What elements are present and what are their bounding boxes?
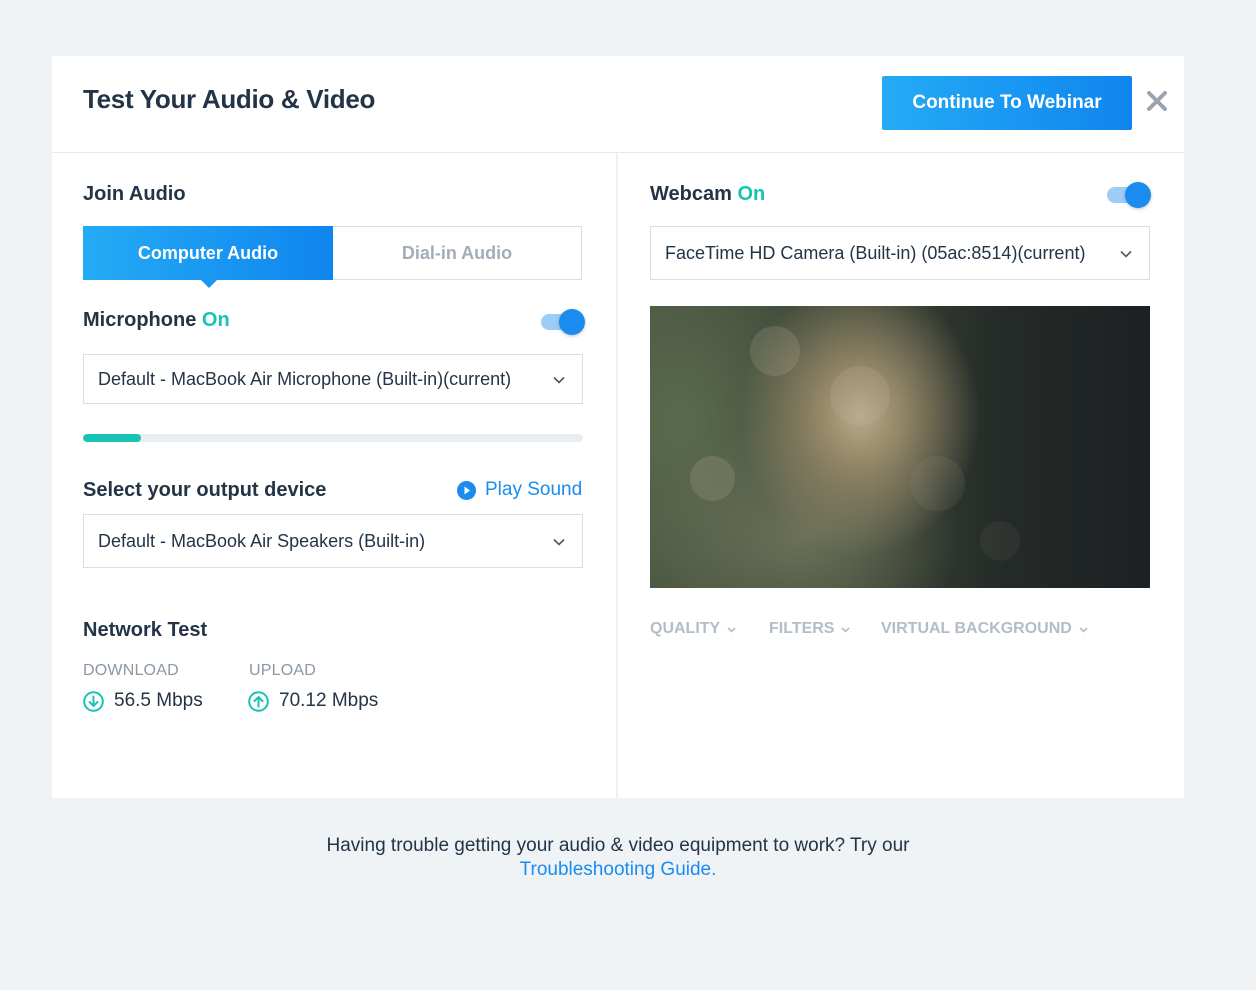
- microphone-heading: Microphone On: [83, 309, 230, 332]
- download-value: 56.5 Mbps: [114, 690, 203, 711]
- output-device-value: Default - MacBook Air Speakers (Built-in…: [98, 530, 426, 551]
- chevron-down-icon: [727, 626, 736, 633]
- network-test-heading: Network Test: [83, 619, 208, 641]
- chevron-down-icon: [553, 538, 565, 546]
- webcam-preview: [650, 306, 1150, 588]
- play-icon: [457, 480, 476, 500]
- download-arrow-icon: [83, 690, 104, 712]
- help-text: Having trouble getting your audio & vide…: [326, 835, 910, 856]
- microphone-status: On: [201, 309, 230, 331]
- camera-device-value: FaceTime HD Camera (Built-in) (05ac:8514…: [665, 242, 1086, 263]
- virtual-background-label: VIRTUAL BACKGROUND: [881, 620, 1072, 637]
- webcam-heading: Webcam On: [650, 183, 765, 206]
- filters-label: FILTERS: [769, 620, 835, 637]
- output-device-heading: Select your output device: [83, 479, 327, 501]
- join-audio-heading: Join Audio: [83, 183, 186, 205]
- microphone-level-fill: [83, 434, 141, 442]
- chevron-down-icon: [1079, 626, 1088, 633]
- play-sound-button[interactable]: Play Sound: [457, 478, 582, 502]
- audio-tabs: Computer Audio Dial-in Audio: [83, 226, 583, 288]
- audio-video-test-dialog: Test Your Audio & Video Continue To Webi…: [52, 56, 1184, 798]
- upload-value: 70.12 Mbps: [279, 690, 379, 711]
- virtual-background-dropdown[interactable]: VIRTUAL BACKGROUND: [881, 620, 1089, 638]
- download-label: DOWNLOAD: [83, 662, 179, 679]
- microphone-toggle[interactable]: [541, 309, 585, 335]
- play-sound-label: Play Sound: [485, 479, 583, 500]
- troubleshooting-guide-link[interactable]: Troubleshooting Guide.: [520, 859, 717, 880]
- page-title: Test Your Audio & Video: [83, 84, 376, 114]
- chevron-down-icon: [553, 376, 565, 384]
- help-footer: Having trouble getting your audio & vide…: [0, 834, 1236, 882]
- upload-arrow-icon: [248, 690, 269, 712]
- microphone-select[interactable]: Default - MacBook Air Microphone (Built-…: [83, 354, 583, 404]
- toggle-knob: [1125, 182, 1151, 208]
- quality-dropdown[interactable]: QUALITY: [650, 620, 737, 638]
- microphone-label: Microphone: [83, 309, 197, 331]
- microphone-device-value: Default - MacBook Air Microphone (Built-…: [98, 368, 512, 389]
- output-device-select[interactable]: Default - MacBook Air Speakers (Built-in…: [83, 514, 583, 568]
- quality-label: QUALITY: [650, 620, 721, 637]
- camera-select[interactable]: FaceTime HD Camera (Built-in) (05ac:8514…: [650, 226, 1150, 280]
- webcam-status: On: [737, 183, 766, 205]
- filters-dropdown[interactable]: FILTERS: [769, 620, 851, 638]
- webcam-toggle[interactable]: [1107, 182, 1151, 208]
- column-divider: [616, 153, 618, 798]
- upload-label: UPLOAD: [249, 662, 316, 679]
- tab-dial-in-audio[interactable]: Dial-in Audio: [333, 226, 582, 280]
- webcam-label: Webcam: [650, 183, 732, 205]
- upload-speed: 70.12 Mbps: [248, 690, 378, 712]
- tab-computer-audio[interactable]: Computer Audio: [83, 226, 333, 288]
- download-speed: 56.5 Mbps: [83, 690, 203, 712]
- toggle-knob: [559, 309, 585, 335]
- chevron-down-icon: [841, 626, 851, 633]
- dialog-header: Test Your Audio & Video Continue To Webi…: [52, 56, 1184, 153]
- microphone-level-bar: [83, 434, 583, 442]
- close-icon[interactable]: [1144, 88, 1170, 114]
- chevron-down-icon: [1120, 250, 1132, 258]
- continue-to-webinar-button[interactable]: Continue To Webinar: [882, 76, 1132, 130]
